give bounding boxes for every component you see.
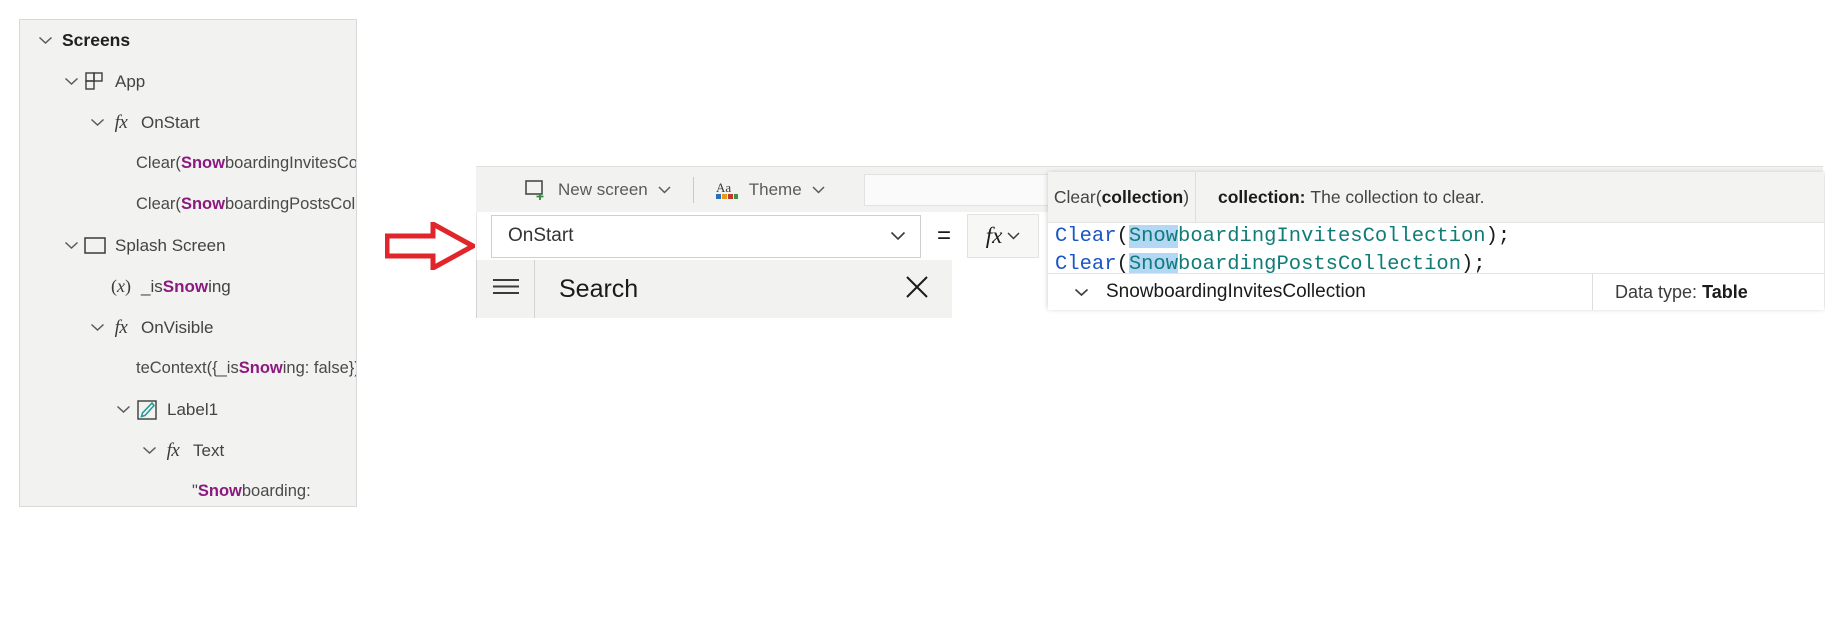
theme-label: Theme bbox=[748, 179, 802, 199]
code-identifier: boardingPostsCollection bbox=[1178, 253, 1461, 273]
function-description: collection: The collection to clear. bbox=[1196, 187, 1485, 208]
chevron-down-icon[interactable] bbox=[138, 446, 160, 455]
tree-item[interactable]: Clear(SnowboardingPostsCollec… bbox=[20, 184, 356, 225]
search-match-highlight: Snow bbox=[162, 276, 209, 296]
tree-item[interactable]: Splash Screen bbox=[20, 225, 356, 266]
tree-item-label: _isSnowing bbox=[141, 276, 231, 296]
function-tooltip: Clear(collection) collection: The collec… bbox=[1048, 172, 1824, 223]
suggestion-row[interactable]: SnowboardingInvitesCollection Data type:… bbox=[1048, 273, 1824, 310]
chevron-down-icon[interactable] bbox=[86, 118, 108, 127]
search-match-highlight: Snow bbox=[180, 154, 225, 172]
fx-toggle-button[interactable]: fx bbox=[967, 214, 1039, 258]
tree-item-label: Label1 bbox=[167, 399, 219, 419]
description-text: The collection to clear. bbox=[1310, 186, 1485, 207]
label-icon bbox=[134, 399, 160, 420]
tree-item-label: Text bbox=[193, 440, 225, 460]
tree-item[interactable]: fx OnVisible bbox=[20, 307, 356, 348]
intellisense-overlay: Clear(collection) collection: The collec… bbox=[1048, 172, 1824, 310]
tree-item[interactable]: App bbox=[20, 61, 356, 102]
search-input[interactable]: Search bbox=[535, 260, 952, 318]
code-selected-text: Snow bbox=[1128, 253, 1179, 273]
chevron-down-icon bbox=[890, 225, 906, 247]
formula-code-editor[interactable]: Clear(SnowboardingInvitesCollection); Cl… bbox=[1048, 223, 1824, 273]
chevron-down-icon[interactable] bbox=[112, 405, 134, 414]
tree-item[interactable]: Clear(SnowboardingInvitesColle… bbox=[20, 143, 356, 184]
fx-icon: fx bbox=[166, 439, 180, 461]
tree-item[interactable]: "Snowboarding: bbox=[20, 471, 356, 506]
tree-item-label: Clear(SnowboardingInvitesColle… bbox=[136, 154, 356, 172]
app-icon bbox=[82, 71, 108, 92]
code-line-2: Clear(SnowboardingPostsCollection); bbox=[1055, 251, 1824, 273]
data-type-label: Data type: bbox=[1615, 281, 1698, 302]
code-close-paren: ); bbox=[1461, 253, 1486, 273]
description-param-name: collection: bbox=[1218, 186, 1306, 207]
theme-button[interactable]: Aa Theme bbox=[703, 167, 838, 213]
chevron-down-icon[interactable] bbox=[86, 323, 108, 332]
suggestion-item[interactable]: SnowboardingInvitesCollection bbox=[1048, 274, 1592, 310]
code-identifier: boardingInvitesCollection bbox=[1178, 225, 1486, 248]
tree-item-label: Screens bbox=[62, 30, 131, 50]
fx-icon: fx bbox=[114, 316, 128, 338]
suggestion-data-type: Data type: Table bbox=[1592, 274, 1824, 310]
tree-item[interactable]: teContext({_isSnowing: false}); bbox=[20, 348, 356, 389]
new-screen-icon bbox=[525, 179, 547, 200]
new-screen-button[interactable]: New screen bbox=[512, 167, 684, 213]
signature-suffix: ) bbox=[1183, 186, 1190, 207]
chevron-down-icon bbox=[1007, 227, 1020, 245]
command-bar-divider bbox=[692, 176, 694, 203]
tree-item-label: OnVisible bbox=[141, 317, 214, 337]
tree-item[interactable]: (x) _isSnowing bbox=[20, 266, 356, 307]
data-type-value: Table bbox=[1702, 281, 1748, 302]
chevron-down-icon[interactable] bbox=[60, 77, 82, 86]
chevron-down-icon[interactable] bbox=[34, 36, 56, 45]
search-match-highlight: Snow bbox=[197, 482, 242, 500]
code-selected-text: Snow bbox=[1128, 225, 1179, 248]
tree-view-panel: Screens App fx OnStart Clear(SnowboardingInv… bbox=[19, 19, 357, 507]
search-match-highlight: Snow bbox=[180, 195, 225, 213]
tree-item[interactable]: Label1 bbox=[20, 389, 356, 430]
tree-item-label: Splash Screen bbox=[115, 235, 226, 255]
tree-item-label: teContext({_isSnowing: false}); bbox=[136, 359, 357, 377]
hamburger-menu-button[interactable] bbox=[476, 260, 535, 318]
chevron-down-icon bbox=[658, 185, 671, 194]
code-close-paren: ); bbox=[1485, 225, 1511, 248]
var-icon: (x) bbox=[111, 276, 131, 296]
fx-label: fx bbox=[985, 223, 1003, 248]
signature-prefix: Clear( bbox=[1053, 186, 1102, 207]
suggestion-name: SnowboardingInvitesCollection bbox=[1106, 281, 1366, 302]
new-screen-label: New screen bbox=[558, 179, 648, 199]
code-open-paren: ( bbox=[1116, 253, 1129, 273]
tree-item-label: App bbox=[115, 71, 146, 91]
tree-item-label: Clear(SnowboardingPostsCollec… bbox=[136, 195, 356, 213]
theme-aa-icon: Aa bbox=[715, 180, 738, 200]
svg-text:Aa: Aa bbox=[716, 180, 731, 195]
search-input-value: Search bbox=[559, 274, 639, 303]
signature-param: collection bbox=[1101, 186, 1184, 207]
tree-item-label: "Snowboarding: bbox=[192, 482, 311, 500]
tree-item[interactable]: Screens bbox=[20, 20, 356, 61]
tree-item-label: OnStart bbox=[141, 112, 200, 132]
close-x-icon[interactable] bbox=[904, 274, 930, 305]
equals-sign: = bbox=[936, 222, 951, 249]
hamburger-menu-icon bbox=[492, 278, 520, 300]
search-match-highlight: Snow bbox=[238, 359, 283, 377]
chevron-down-icon bbox=[812, 185, 825, 194]
code-line-1: Clear(SnowboardingInvitesCollection); bbox=[1055, 223, 1824, 251]
fx-icon: fx bbox=[114, 111, 128, 133]
property-select-dropdown[interactable]: OnStart bbox=[491, 214, 921, 258]
chevron-down-icon bbox=[1070, 288, 1092, 297]
function-signature: Clear(collection) bbox=[1048, 172, 1196, 222]
chevron-down-icon[interactable] bbox=[60, 241, 82, 250]
code-open-paren: ( bbox=[1116, 225, 1129, 248]
code-function-name: Clear bbox=[1055, 253, 1117, 273]
screen-icon bbox=[82, 236, 108, 255]
red-right-arrow-annotation bbox=[385, 222, 475, 270]
tree-item[interactable]: fx Text bbox=[20, 430, 356, 471]
code-function-name: Clear bbox=[1055, 225, 1117, 248]
tree-item[interactable]: fx OnStart bbox=[20, 102, 356, 143]
property-select-value: OnStart bbox=[508, 225, 574, 246]
command-bar-extra-dropdown[interactable] bbox=[863, 173, 1072, 206]
